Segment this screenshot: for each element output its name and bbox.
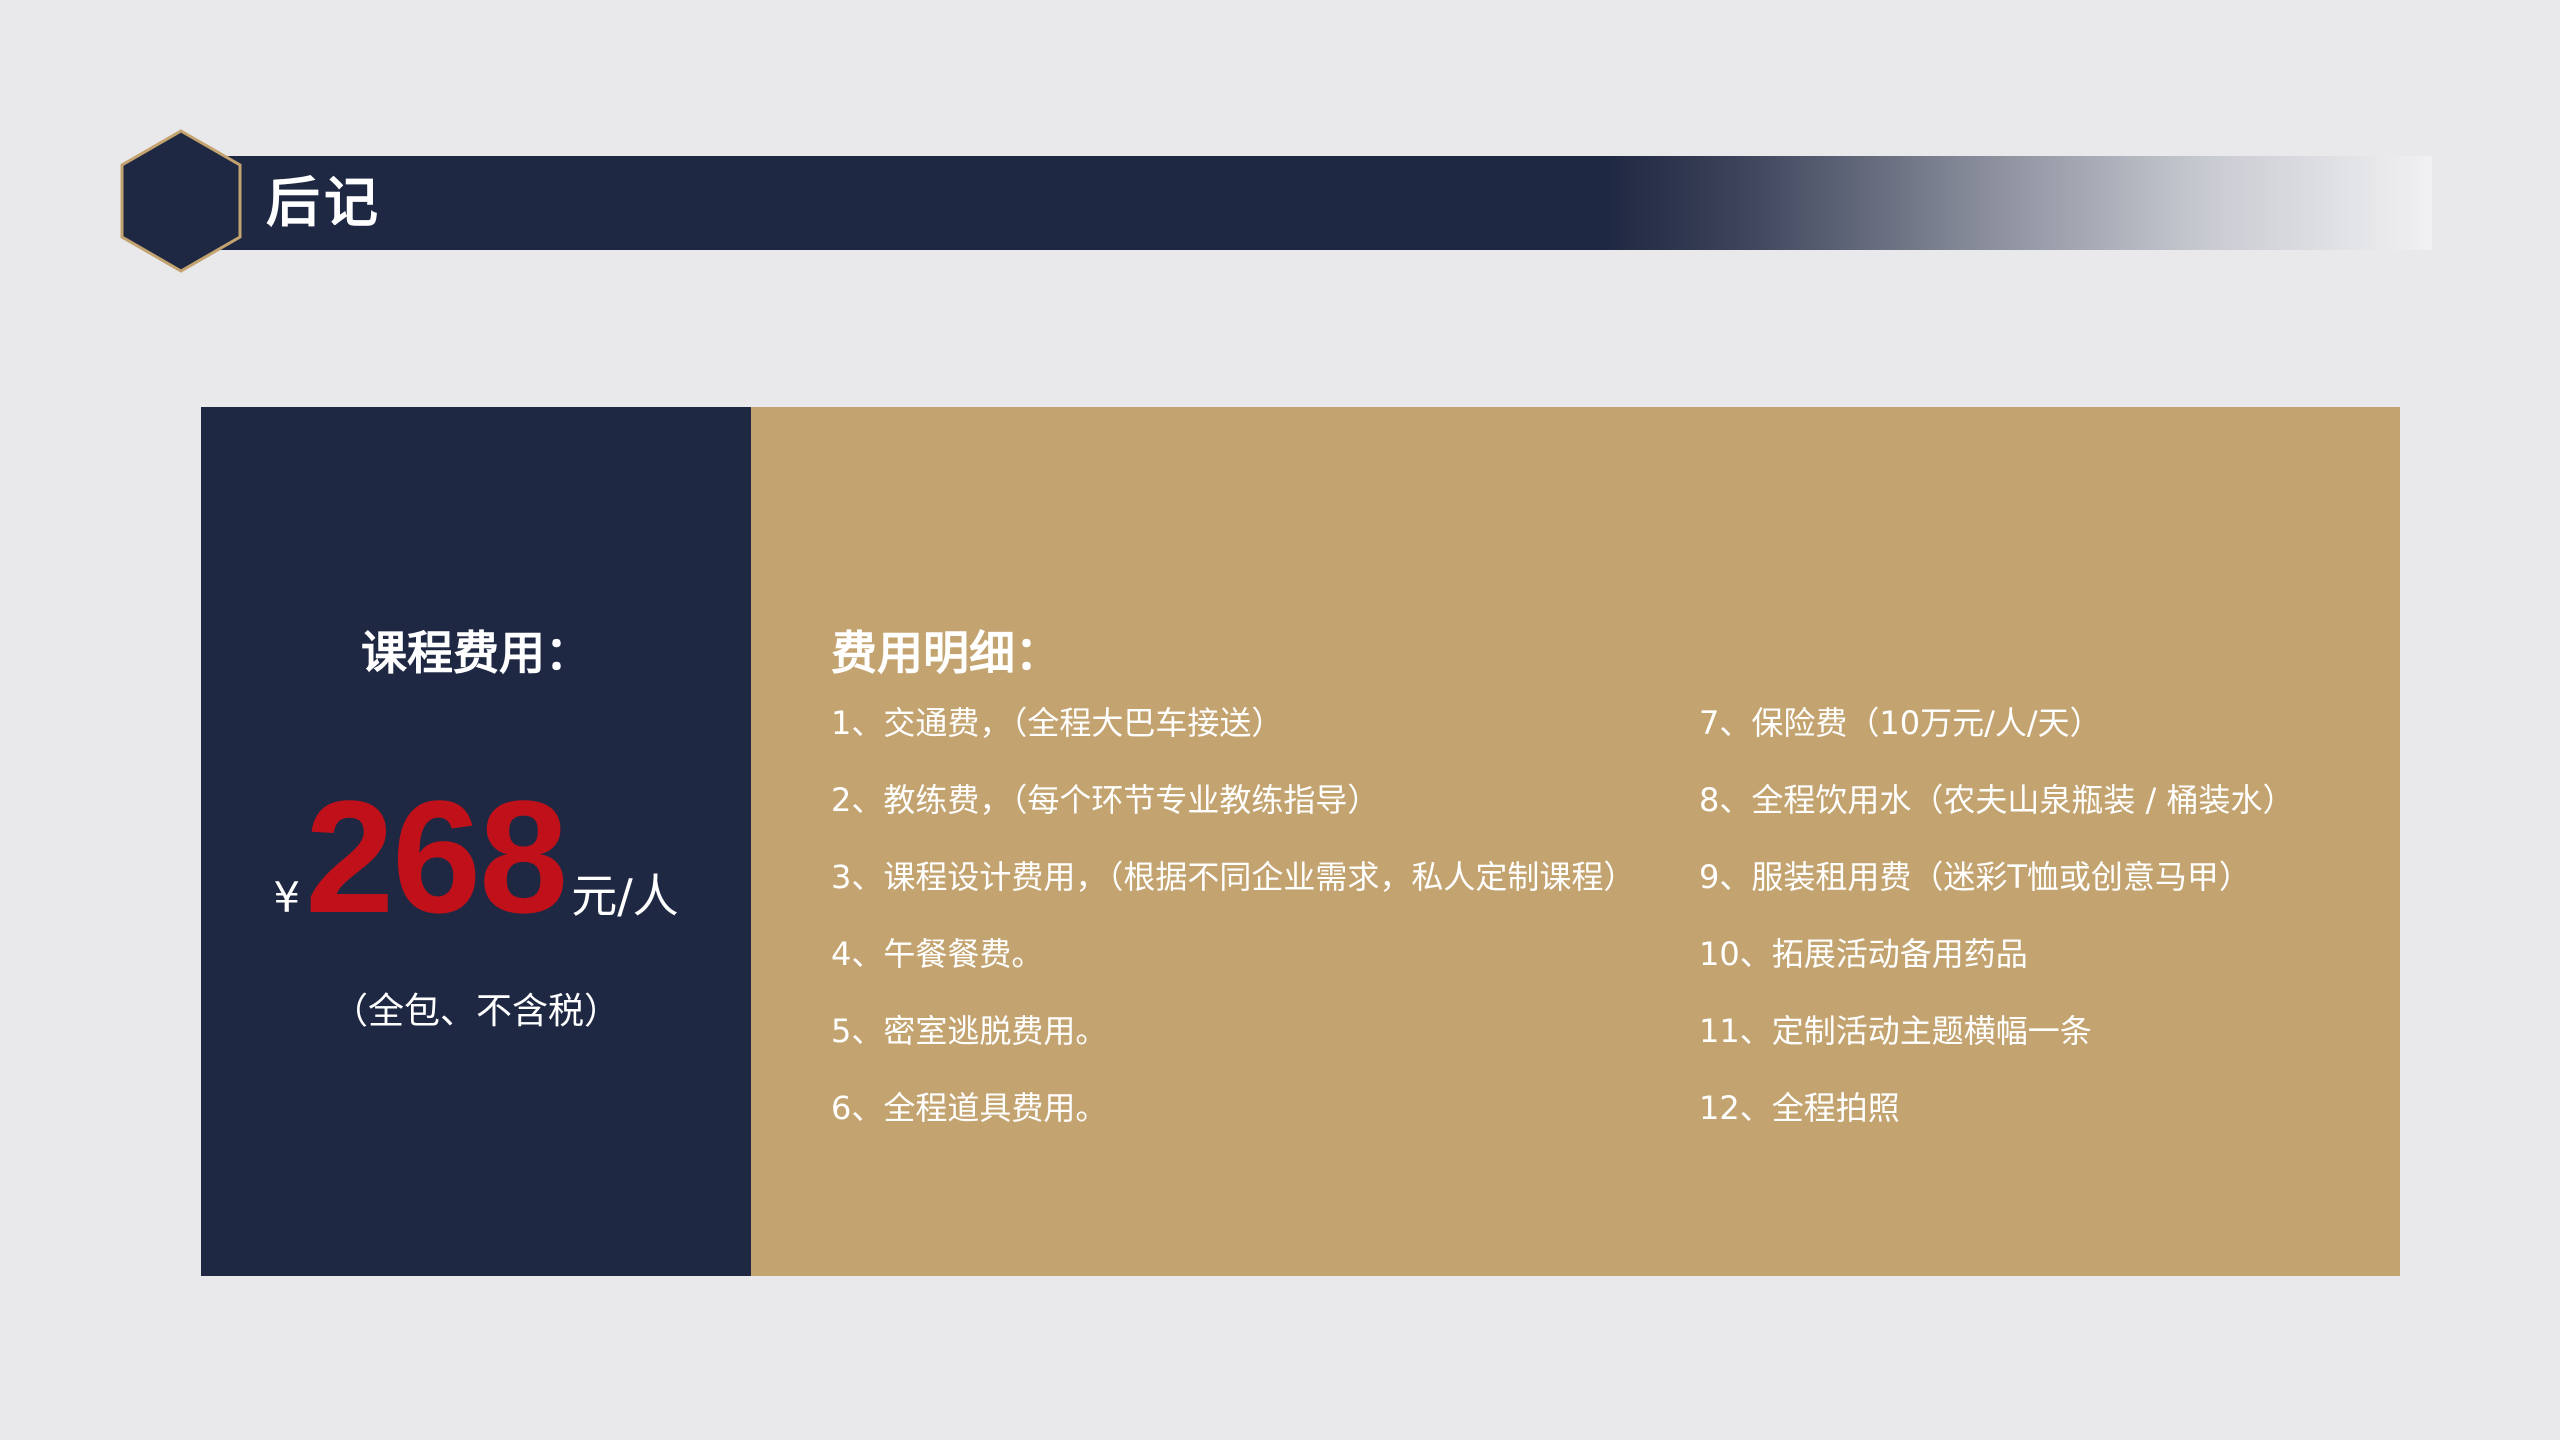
currency-symbol: ¥ [273,873,301,922]
fee-card: 课程费用： ¥ 268 元/人 （全包、不含税） 费用明细： 1、交通费，（全程… [201,407,2400,1276]
detail-list-right: 7、保险费（10万元/人/天） 8、全程饮用水（农夫山泉瓶装 / 桶装水） 9、… [1699,703,2295,1165]
list-item: 1、交通费，（全程大巴车接送） [831,704,1284,742]
list-item: 7、保险费（10万元/人/天） [1699,704,2102,742]
list-item: 2、教练费，（每个环节专业教练指导） [831,781,1380,819]
list-item: 9、服装租用费（迷彩T恤或创意马甲） [1699,858,2251,896]
price-unit: 元/人 [571,869,679,923]
detail-title: 费用明细： [831,626,1061,680]
cost-panel: 课程费用： ¥ 268 元/人 （全包、不含税） [201,407,751,1276]
list-item: 8、全程饮用水（农夫山泉瓶装 / 桶装水） [1699,781,2295,819]
price-note: （全包、不含税） [331,991,620,1032]
detail-list-left: 1、交通费，（全程大巴车接送） 2、教练费，（每个环节专业教练指导） 3、课程设… [831,703,1635,1165]
slide: 后记 课程费用： ¥ 268 元/人 （全包、不含税） 费用明细： 1、交通费，… [0,0,2560,1440]
list-item: 10、拓展活动备用药品 [1699,935,2028,973]
list-item: 5、密室逃脱费用。 [831,1012,1108,1050]
list-item: 11、定制活动主题横幅一条 [1699,1012,2092,1050]
page-title: 后记 [266,171,382,234]
price-row: ¥ 268 元/人 [201,777,751,937]
detail-panel: 费用明细： 1、交通费，（全程大巴车接送） 2、教练费，（每个环节专业教练指导）… [751,407,2400,1276]
hexagon-icon [120,129,242,273]
price-value: 268 [305,767,568,946]
list-item: 3、课程设计费用，（根据不同企业需求，私人定制课程） [831,858,1636,896]
title-bar [200,156,2432,250]
cost-title: 课程费用： [361,626,591,680]
list-item: 12、全程拍照 [1699,1089,1900,1127]
list-item: 4、午餐餐费。 [831,935,1044,973]
list-item: 6、全程道具费用。 [831,1089,1108,1127]
